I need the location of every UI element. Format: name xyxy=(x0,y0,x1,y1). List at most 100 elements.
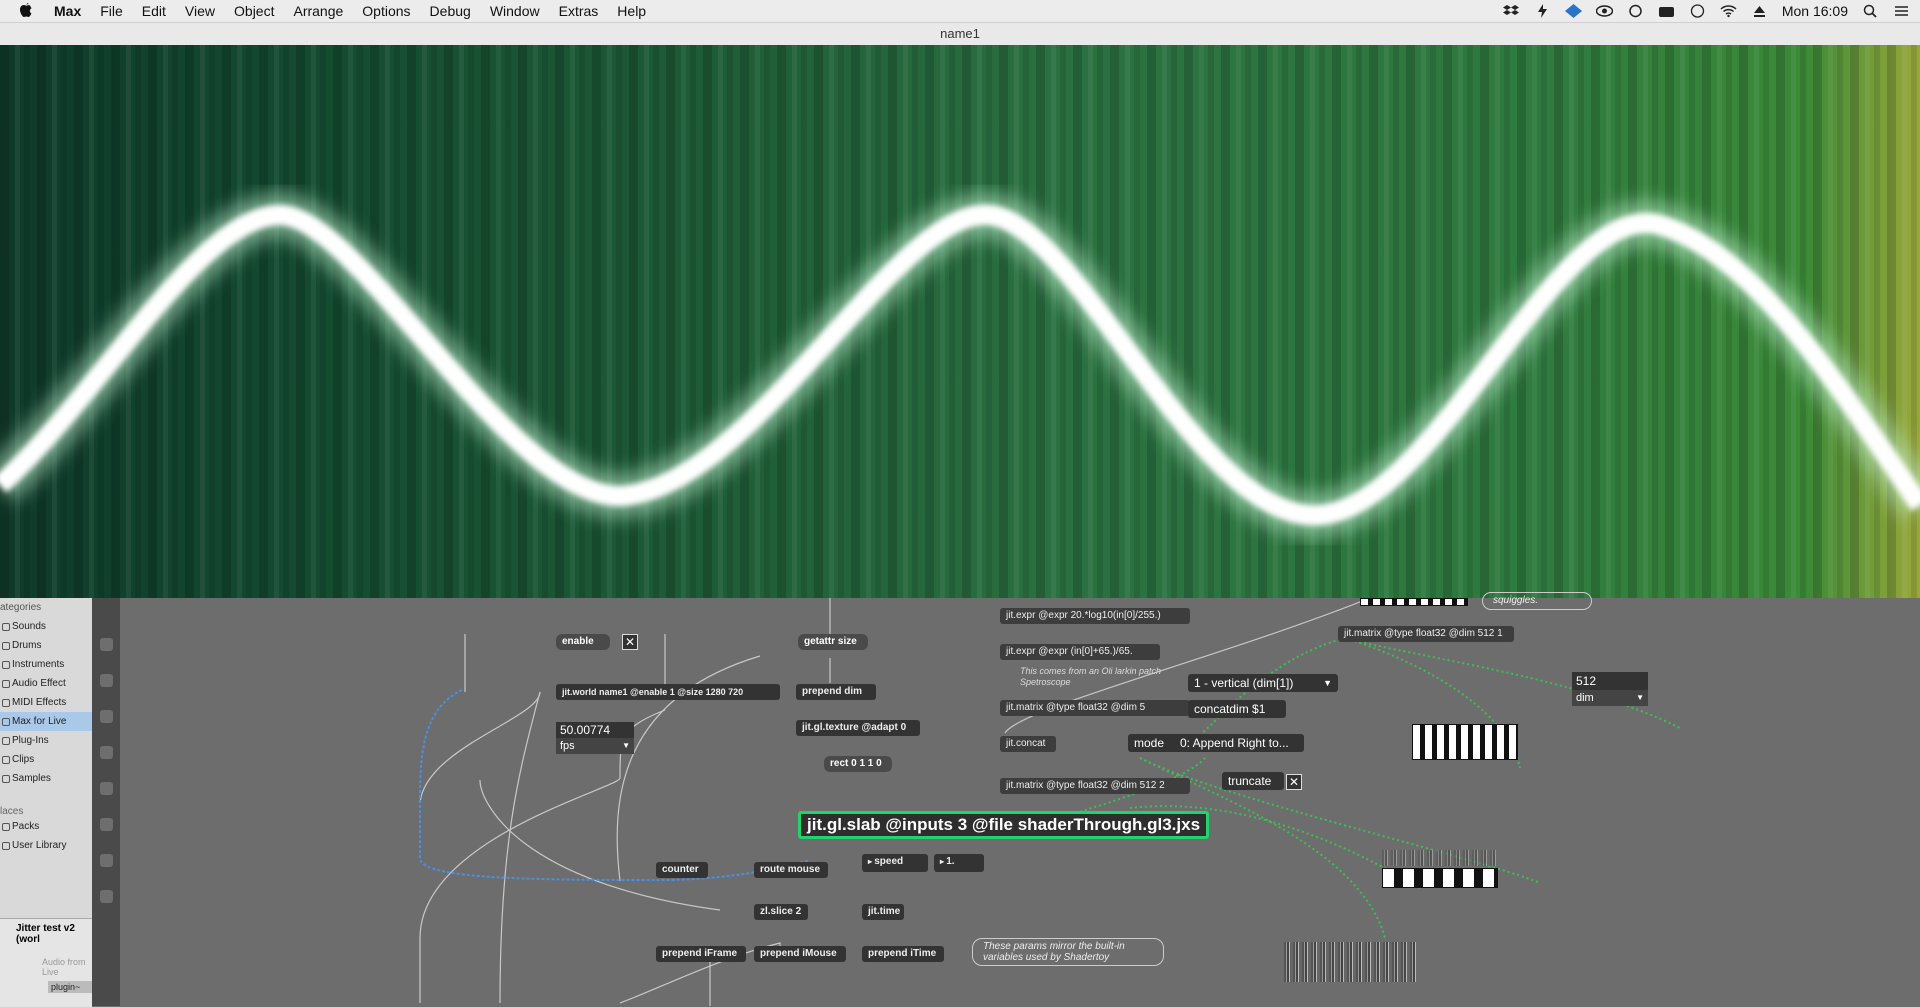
fps-menu[interactable]: fps ▼ xyxy=(556,738,634,754)
app-status-icon[interactable] xyxy=(1564,4,1582,18)
dim-menu-label: dim xyxy=(1576,692,1594,704)
matrix-display-2-top xyxy=(1382,850,1496,866)
image-icon[interactable] xyxy=(100,710,113,723)
browser-item-clips[interactable]: Clips xyxy=(0,750,92,769)
menu-app[interactable]: Max xyxy=(54,3,81,19)
prepend-itime-object[interactable]: prepend iTime xyxy=(862,946,944,962)
browser-item-packs[interactable]: Packs xyxy=(0,817,92,836)
truncate-message[interactable]: truncate xyxy=(1222,772,1284,790)
jit-gl-texture-object[interactable]: jit.gl.texture @adapt 0 xyxy=(796,720,920,736)
prepend-iframe-object[interactable]: prepend iFrame xyxy=(656,946,746,962)
truncate-toggle[interactable]: ✕ xyxy=(1286,774,1302,790)
jit-expr-log-object[interactable]: jit.expr @expr 20.*log10(in[0]/255.) xyxy=(1000,608,1190,624)
jit-matrix-top-object[interactable]: jit.matrix @type float32 @dim 512 1 xyxy=(1338,626,1514,642)
plugin-object[interactable]: plugin~ xyxy=(48,981,94,993)
browser-item-audio-effects[interactable]: Audio Effect xyxy=(0,674,92,693)
menu-extras[interactable]: Extras xyxy=(559,3,599,19)
chevron-down-icon: ▼ xyxy=(622,741,630,750)
jit-concat-object[interactable]: jit.concat xyxy=(1000,736,1056,752)
rect-message[interactable]: rect 0 1 1 0 xyxy=(824,756,892,772)
dim-number[interactable]: 512 xyxy=(1572,672,1648,690)
concatdim-message[interactable]: concatdim $1 xyxy=(1188,700,1286,718)
squiggles-comment: squiggles. xyxy=(1482,592,1592,610)
jit-gl-slab-object[interactable]: jit.gl.slab @inputs 3 @file shaderThroug… xyxy=(798,811,1210,839)
jit-matrix-dim5-object[interactable]: jit.matrix @type float32 @dim 5 xyxy=(1000,700,1190,716)
places-header: laces xyxy=(0,806,24,817)
device-subtitle: Audio from Live xyxy=(42,957,86,977)
matrix-display-top xyxy=(1360,598,1468,606)
speed-number[interactable]: ▸ speed xyxy=(862,854,928,872)
browser-item-user-library[interactable]: User Library xyxy=(0,836,92,855)
device-title[interactable]: Jitter test v2 (worl xyxy=(0,919,92,945)
getattr-size-message[interactable]: getattr size xyxy=(798,634,868,650)
bolt-icon[interactable] xyxy=(1534,4,1551,18)
mode-message[interactable]: mode xyxy=(1128,734,1180,752)
enable-message[interactable]: enable xyxy=(556,634,610,650)
prepend-dim-object[interactable]: prepend dim xyxy=(796,684,876,700)
speed-value-label: 1. xyxy=(946,856,955,867)
apple-icon[interactable] xyxy=(18,2,34,20)
spectroscope-render xyxy=(0,45,1920,598)
note-icon[interactable] xyxy=(100,638,113,651)
jit-time-object[interactable]: jit.time xyxy=(862,904,904,920)
menu-help[interactable]: Help xyxy=(617,3,646,19)
list-icon[interactable] xyxy=(1893,4,1910,18)
plug-icon[interactable] xyxy=(100,674,113,687)
zl-slice-object[interactable]: zl.slice 2 xyxy=(754,904,808,920)
vertical-menu-label: 1 - vertical (dim[1]) xyxy=(1194,676,1294,690)
settings-icon[interactable] xyxy=(100,854,113,867)
sync-icon[interactable] xyxy=(1627,4,1644,18)
arrow-icon[interactable] xyxy=(100,782,113,795)
matrix-display-3 xyxy=(1284,942,1416,982)
enable-toggle[interactable]: ✕ xyxy=(622,634,638,650)
concat-mode-menu[interactable]: 0: Append Right to... xyxy=(1174,734,1304,752)
dropbox-icon[interactable] xyxy=(1502,4,1520,18)
browser-item-plugins[interactable]: Plug-Ins xyxy=(0,731,92,750)
star-icon[interactable] xyxy=(100,890,113,903)
route-mouse-object[interactable]: route mouse xyxy=(754,862,828,878)
counter-object[interactable]: counter xyxy=(656,862,708,878)
browser-item-sounds[interactable]: Sounds xyxy=(0,617,92,636)
menu-view[interactable]: View xyxy=(185,3,215,19)
menu-arrange[interactable]: Arrange xyxy=(293,3,343,19)
browser-header: ategories xyxy=(0,602,42,613)
browser-item-midi-effects[interactable]: MIDI Effects xyxy=(0,693,92,712)
menu-window[interactable]: Window xyxy=(490,3,540,19)
menu-edit[interactable]: Edit xyxy=(142,3,166,19)
browser-item-drums[interactable]: Drums xyxy=(0,636,92,655)
eject-icon[interactable] xyxy=(1751,4,1768,18)
eye-icon[interactable] xyxy=(1595,4,1613,18)
browser-toolbar xyxy=(92,598,120,1006)
wifi-icon[interactable] xyxy=(1720,4,1737,18)
browser-item-samples[interactable]: Samples xyxy=(0,769,92,788)
camera-icon[interactable] xyxy=(1658,4,1675,18)
device-panel: Jitter test v2 (worl Audio from Live plu… xyxy=(0,918,94,1007)
gl-render-window[interactable] xyxy=(0,45,1920,598)
browser-item-instruments[interactable]: Instruments xyxy=(0,655,92,674)
jit-world-object[interactable]: jit.world name1 @enable 1 @size 1280 720 xyxy=(556,684,780,700)
window-title: name1 xyxy=(0,23,1920,46)
timemachine-icon[interactable] xyxy=(1689,4,1706,18)
menu-options[interactable]: Options xyxy=(362,3,410,19)
info-icon[interactable] xyxy=(100,818,113,831)
jit-expr-norm-object[interactable]: jit.expr @expr (in[0]+65.)/65. xyxy=(1000,644,1160,660)
dim-menu[interactable]: dim ▼ xyxy=(1572,690,1648,706)
clip-icon[interactable] xyxy=(100,746,113,759)
menu-debug[interactable]: Debug xyxy=(430,3,471,19)
fps-number[interactable]: 50.00774 xyxy=(556,722,634,738)
patcher-canvas[interactable]: squiggles. enable ✕ getattr size jit.wor… xyxy=(120,592,1920,1006)
speed-value[interactable]: ▸ 1. xyxy=(934,854,984,872)
vertical-menu[interactable]: 1 - vertical (dim[1]) ▼ xyxy=(1188,674,1338,692)
menu-file[interactable]: File xyxy=(100,3,123,19)
clock[interactable]: Mon 16:09 xyxy=(1782,3,1848,19)
matrix-display-1 xyxy=(1412,724,1518,760)
oli-larkin-comment: This comes from an Oli larkin patch Spet… xyxy=(1020,666,1162,687)
jit-matrix-512x2-object[interactable]: jit.matrix @type float32 @dim 512 2 xyxy=(1000,778,1190,794)
menu-bar: Max File Edit View Object Arrange Option… xyxy=(0,0,1920,23)
fps-menu-label: fps xyxy=(560,740,575,752)
prepend-imouse-object[interactable]: prepend iMouse xyxy=(754,946,846,962)
menu-object[interactable]: Object xyxy=(234,3,274,19)
search-icon[interactable] xyxy=(1862,4,1879,18)
shadertoy-comment: These params mirror the built-in variabl… xyxy=(972,938,1164,966)
browser-item-max-for-live[interactable]: Max for Live xyxy=(0,712,92,731)
